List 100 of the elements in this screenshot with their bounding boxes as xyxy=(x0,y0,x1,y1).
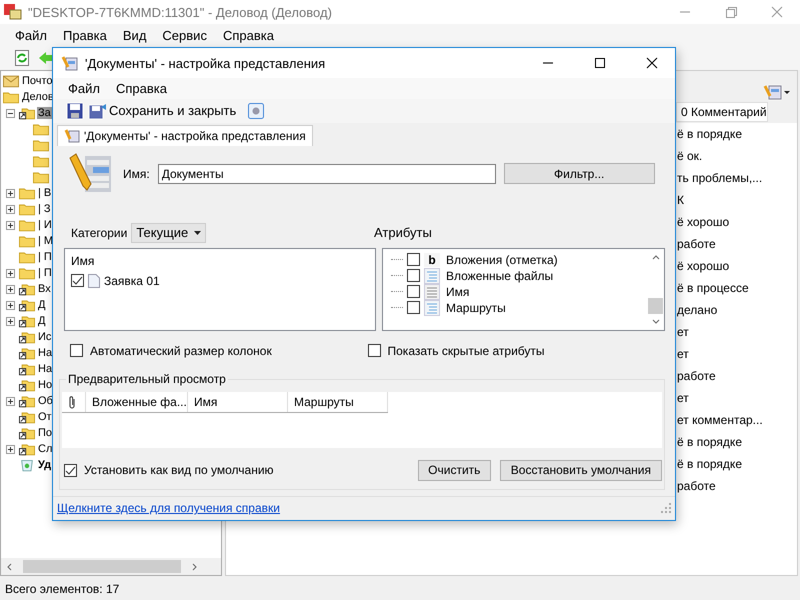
back-arrow-icon[interactable] xyxy=(38,50,54,66)
checkbox[interactable] xyxy=(70,344,83,358)
scroll-up-icon[interactable] xyxy=(650,252,660,261)
dialog-button[interactable]: Восстановить умолчания xyxy=(500,460,662,481)
name-field[interactable]: Документы xyxy=(158,164,496,184)
folder-icon xyxy=(33,122,49,136)
folder-shortcut-icon xyxy=(19,442,35,456)
expander-icon[interactable] xyxy=(6,268,14,278)
tree-item[interactable]: Об xyxy=(37,395,54,407)
scroll-down-icon[interactable] xyxy=(650,318,660,326)
expander-icon[interactable] xyxy=(6,300,14,310)
table-cell-text: ть проблемы,... xyxy=(677,170,764,187)
tree-item[interactable]: Сл xyxy=(37,443,54,455)
folder-icon xyxy=(33,154,49,168)
categories-label: Категории xyxy=(71,226,128,240)
checkbox[interactable] xyxy=(407,301,420,314)
scroll-thumb[interactable] xyxy=(648,298,663,314)
scroll-thumb[interactable] xyxy=(23,560,181,573)
table-cell-text: ё в порядке xyxy=(677,434,743,451)
checkbox[interactable] xyxy=(407,253,420,266)
expander-icon[interactable] xyxy=(6,316,14,326)
menu-item[interactable]: Файл xyxy=(61,81,109,96)
tree-item[interactable]: Но xyxy=(37,379,54,391)
tree-item[interactable]: Д xyxy=(37,315,46,327)
checkbox[interactable] xyxy=(407,285,420,298)
tree-item[interactable]: На xyxy=(37,347,54,359)
folder-shortcut-icon xyxy=(19,314,35,328)
column-header[interactable]: 0 Комментарий xyxy=(676,102,768,122)
status-text: Всего элементов: 17 xyxy=(5,582,120,596)
settings-icon[interactable] xyxy=(248,102,264,119)
column-header[interactable]: Вложенные фа... xyxy=(86,392,188,412)
help-link[interactable]: Щелкните здесь для получения справки xyxy=(57,501,280,516)
folder-icon xyxy=(19,218,35,232)
tree-item[interactable]: | П xyxy=(37,267,53,279)
expander-icon[interactable] xyxy=(6,108,14,118)
menu-item[interactable]: Правка xyxy=(56,28,116,42)
expander-icon[interactable] xyxy=(6,220,14,230)
view-settings-icon[interactable] xyxy=(763,83,791,101)
checkbox[interactable] xyxy=(407,269,420,282)
list-icon xyxy=(424,300,440,316)
checkbox[interactable] xyxy=(64,464,77,477)
tree-item[interactable]: | П xyxy=(37,251,53,263)
tree-item[interactable]: | В xyxy=(37,187,52,199)
horizontal-scrollbar[interactable] xyxy=(1,558,221,575)
table-cell-text: ет xyxy=(677,390,690,407)
view-settings-icon xyxy=(64,128,80,143)
tree-item[interactable]: От xyxy=(37,411,53,423)
folder-icon xyxy=(3,90,19,104)
list-item[interactable]: Заявка 01 xyxy=(104,274,160,288)
expander-icon[interactable] xyxy=(6,188,14,198)
folder-icon xyxy=(19,250,35,264)
refresh-icon[interactable] xyxy=(14,50,30,66)
tab[interactable]: 'Документы' - настройка представления xyxy=(57,124,313,146)
tree-item[interactable]: Д xyxy=(37,299,46,311)
expander-icon[interactable] xyxy=(6,444,14,454)
menu-item[interactable]: Сервис xyxy=(155,28,216,42)
tree-item[interactable]: За xyxy=(37,107,52,119)
list-item[interactable]: Имя xyxy=(446,284,470,299)
folder-icon xyxy=(19,266,35,280)
column-header[interactable]: Имя xyxy=(188,392,288,412)
expander-icon[interactable] xyxy=(6,284,14,294)
save-icon[interactable] xyxy=(67,102,83,119)
tree-item[interactable]: По xyxy=(37,427,54,439)
categories-dropdown[interactable]: Текущие xyxy=(131,222,206,243)
column-header[interactable]: Маршруты xyxy=(288,392,388,412)
attributes-label: Атрибуты xyxy=(373,225,432,240)
checkbox-label[interactable]: Автоматический размер колонок xyxy=(90,344,272,358)
field-icon xyxy=(424,284,440,300)
checkbox[interactable] xyxy=(368,344,380,358)
save-and-close-button[interactable]: Сохранить и закрыть xyxy=(87,102,244,119)
folder-icon xyxy=(33,138,49,152)
tree-item[interactable]: | З xyxy=(37,203,52,215)
folder-icon xyxy=(33,170,49,184)
menu-item[interactable]: Файл xyxy=(8,28,56,42)
bold-icon: b xyxy=(424,252,440,267)
folder-icon xyxy=(19,234,35,248)
table-cell-text: делано xyxy=(677,302,718,319)
resize-grip-icon[interactable] xyxy=(661,503,671,514)
menu-item[interactable]: Справка xyxy=(216,28,283,42)
dialog-button[interactable]: Очистить xyxy=(418,460,491,481)
checkbox[interactable] xyxy=(71,274,84,288)
tree-item[interactable]: На xyxy=(37,363,54,375)
tree-item[interactable]: Уд xyxy=(37,459,52,471)
tree-item[interactable]: Вх xyxy=(37,283,52,295)
menu-item[interactable]: Справка xyxy=(108,81,176,96)
list-item[interactable]: Вложения (отметка) xyxy=(446,252,558,267)
list-item[interactable]: Вложенные файлы xyxy=(446,268,554,283)
filter-button[interactable]: Фильтр... xyxy=(504,163,655,184)
tree-item[interactable]: | И xyxy=(37,219,53,231)
expander-icon[interactable] xyxy=(6,396,14,406)
checkbox-label[interactable]: Установить как вид по умолчанию xyxy=(84,463,274,478)
expander-icon[interactable] xyxy=(6,204,14,214)
folder-shortcut-icon xyxy=(19,298,35,312)
tree-item[interactable]: Почто xyxy=(21,75,54,87)
menu-item[interactable]: Вид xyxy=(116,28,156,42)
table-cell-text: К xyxy=(677,192,685,209)
list-item[interactable]: Маршруты xyxy=(446,300,506,315)
tree-item[interactable]: Ис xyxy=(37,331,52,343)
tree-item[interactable]: | М xyxy=(37,235,54,247)
checkbox-label[interactable]: Показать скрытые атрибуты xyxy=(388,344,545,358)
